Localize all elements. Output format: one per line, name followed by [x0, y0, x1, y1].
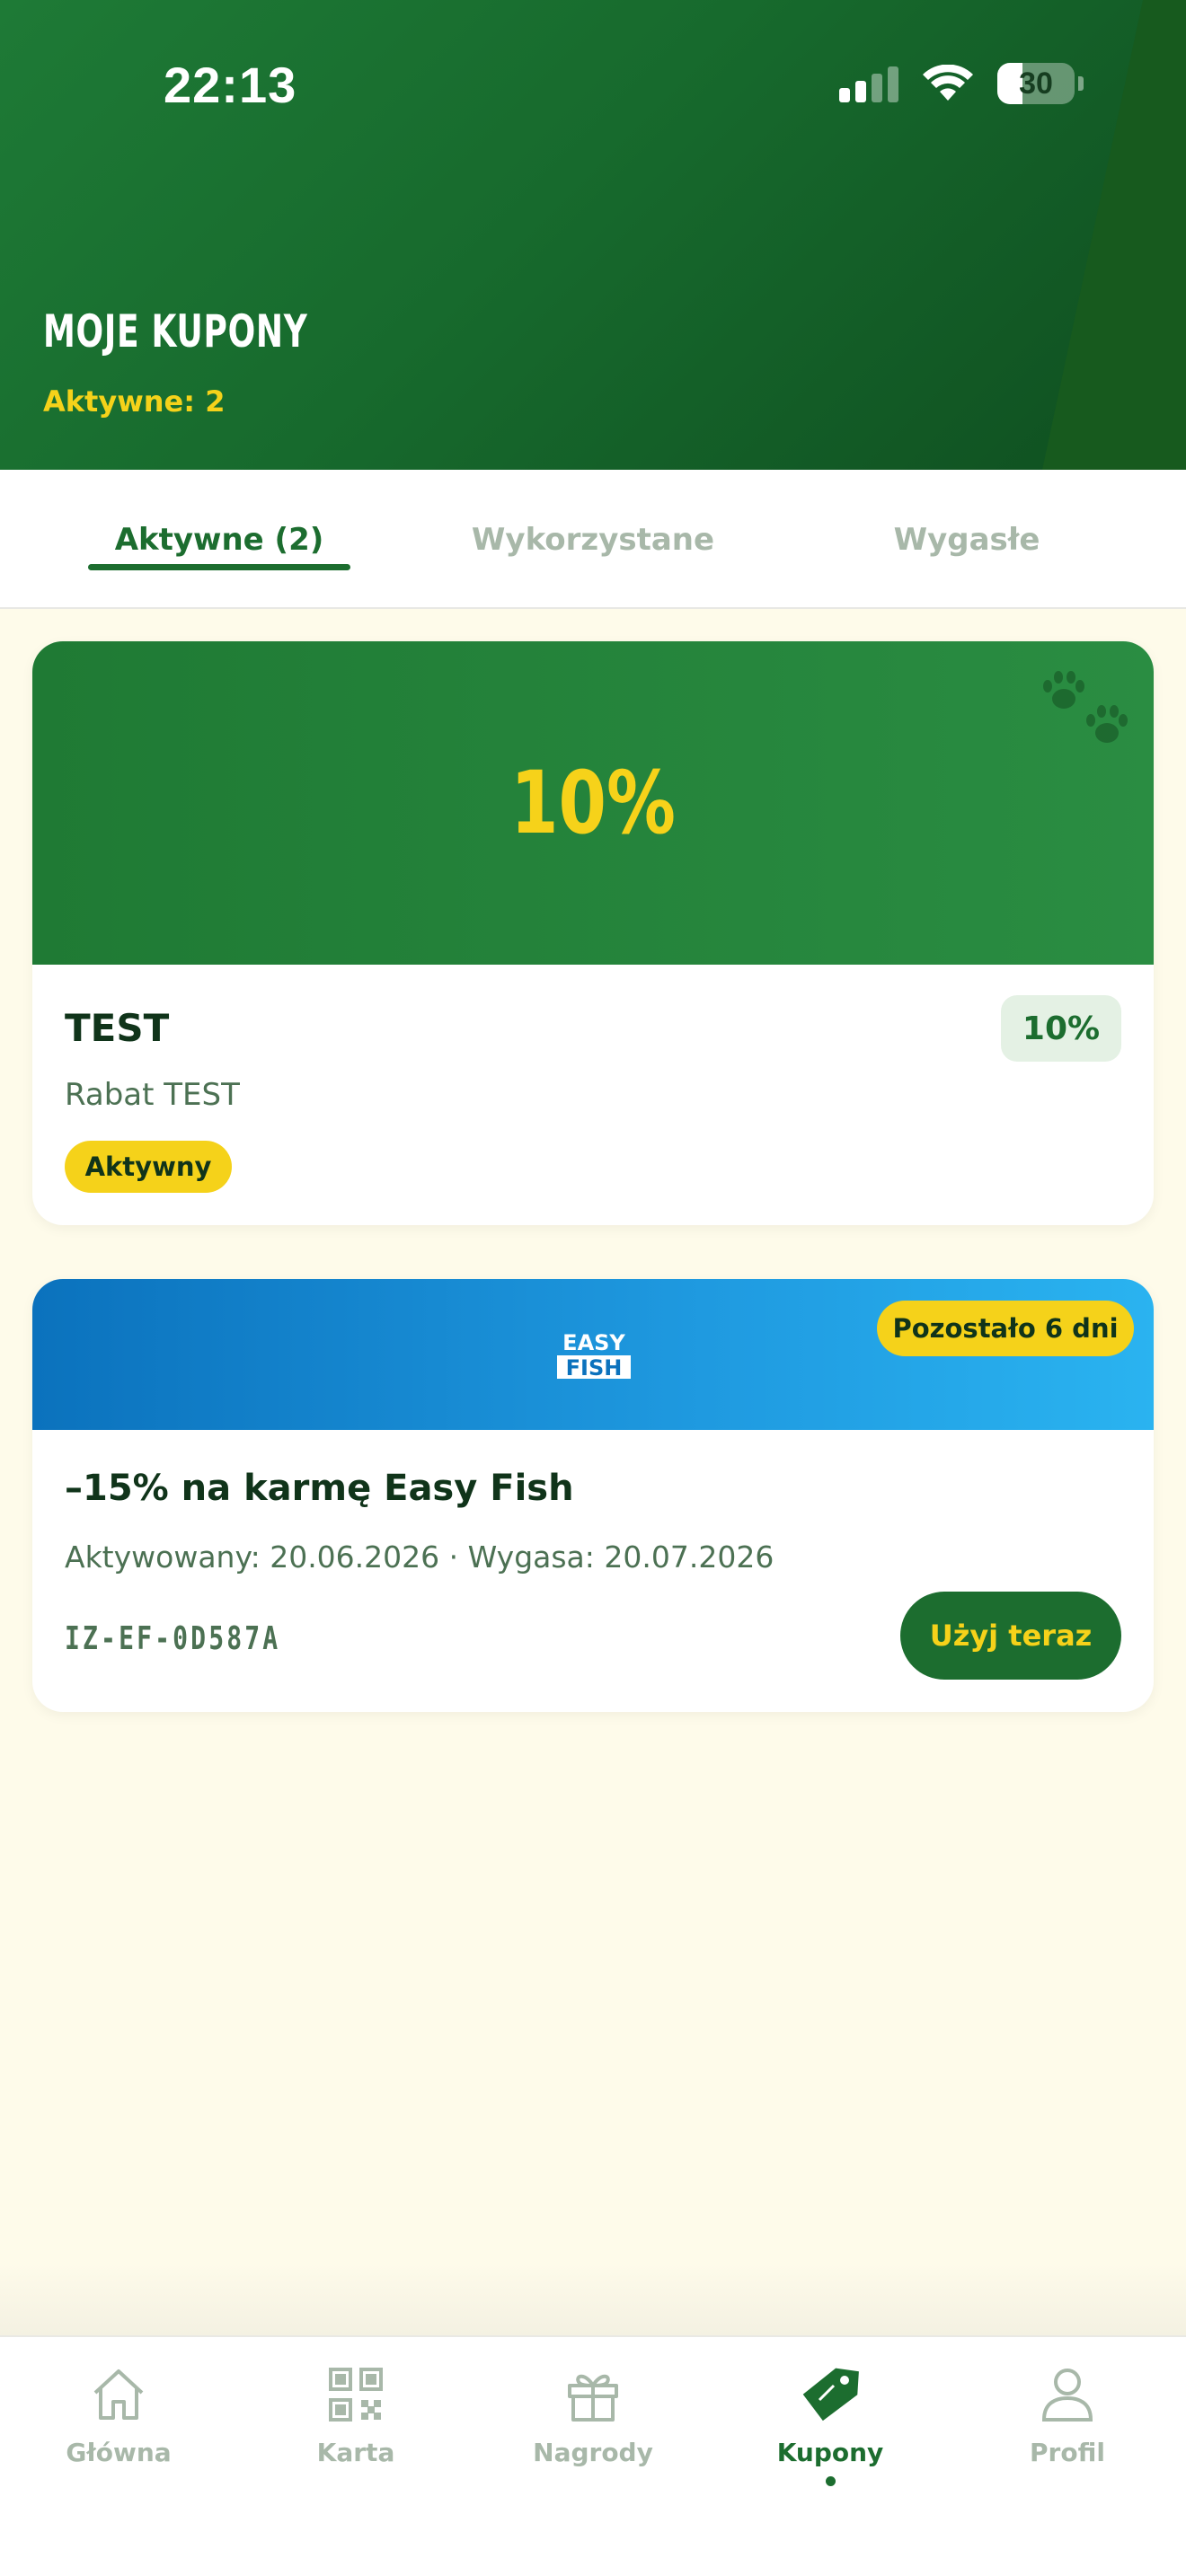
svg-text:EASY: EASY [562, 1330, 625, 1355]
nav-label: Profil [1030, 2438, 1105, 2467]
wifi-icon [923, 65, 973, 101]
nav-item-coupons[interactable]: Kupony [712, 2364, 949, 2508]
coupon-card[interactable]: EASY FISH Pozostało 6 dni –15% na karmę … [32, 1279, 1154, 1712]
status-icons: 30 [839, 63, 1084, 104]
active-count: Aktywne: 2 [43, 384, 226, 419]
discount-badge: 10% [1001, 995, 1121, 1062]
nav-label: Kupony [776, 2438, 884, 2467]
status-time: 22:13 [164, 57, 297, 113]
nav-item-card[interactable]: Karta [237, 2364, 474, 2508]
bottom-navigation: Główna Karta Nagrody Kupony Profil [0, 2335, 1186, 2576]
coupon-hero: EASY FISH Pozostało 6 dni [32, 1279, 1154, 1430]
coupon-dates: Aktywowany: 20.06.2026 · Wygasa: 20.07.2… [65, 1539, 774, 1575]
coupon-code: IZ-EF-0D587A [65, 1620, 281, 1657]
tab-active[interactable]: Aktywne (2) [22, 470, 417, 609]
user-icon [1041, 2369, 1093, 2422]
tag-icon [802, 2368, 859, 2422]
cellular-signal-icon [839, 65, 898, 102]
nav-label: Karta [316, 2438, 395, 2467]
battery-level: 30 [1019, 66, 1053, 101]
status-badge: Aktywny [65, 1141, 232, 1193]
svg-text:FISH: FISH [566, 1355, 623, 1381]
qr-code-icon [329, 2368, 383, 2422]
home-icon [93, 2369, 144, 2420]
nav-label: Nagrody [533, 2438, 653, 2467]
coupon-card[interactable]: 10% TEST 10% Rabat TEST Aktywny [32, 641, 1154, 1225]
days-left-badge: Pozostało 6 dni [877, 1301, 1134, 1356]
use-now-button[interactable]: Użyj teraz [900, 1592, 1121, 1680]
tab-expired[interactable]: Wygasłe [769, 470, 1164, 609]
coupon-hero: 10% [32, 641, 1154, 965]
page-title: MOJE KUPONY [43, 305, 308, 357]
tab-used[interactable]: Wykorzystane [395, 470, 791, 609]
coupon-title: TEST [65, 1006, 170, 1050]
active-tab-indicator [88, 564, 350, 570]
coupon-title: –15% na karmę Easy Fish [65, 1468, 574, 1509]
coupon-description: Rabat TEST [65, 1077, 240, 1113]
nav-item-home[interactable]: Główna [0, 2364, 237, 2508]
gift-icon [568, 2374, 618, 2422]
header: 22:13 30 MOJE KUPONY Aktywne: 2 [0, 0, 1186, 470]
coupon-tabs: Aktywne (2) Wykorzystane Wygasłe [0, 470, 1186, 609]
paw-icon [1043, 671, 1128, 743]
active-nav-dot [825, 2476, 836, 2486]
bottom-fade [0, 2263, 1186, 2335]
nav-item-rewards[interactable]: Nagrody [474, 2364, 712, 2508]
battery-tip [1078, 76, 1084, 91]
nav-label: Główna [66, 2438, 172, 2467]
battery-icon: 30 [997, 63, 1075, 104]
easy-fish-logo: EASY FISH [557, 1330, 631, 1381]
nav-item-profile[interactable]: Profil [949, 2364, 1186, 2508]
coupon-hero-value: 10% [510, 753, 676, 853]
